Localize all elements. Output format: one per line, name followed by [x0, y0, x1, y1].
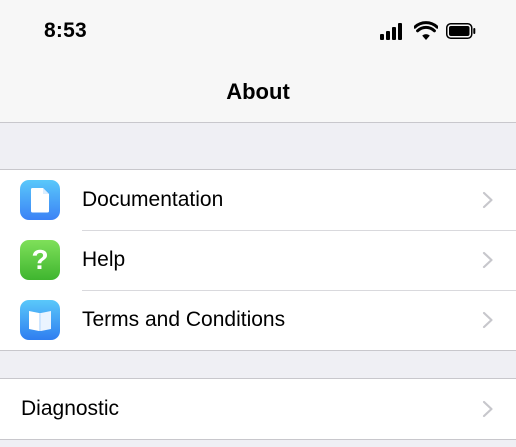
chevron-right-icon [482, 311, 493, 329]
about-list: Documentation ? Help Terms and Condition… [0, 169, 516, 351]
list-item-label: Diagnostic [21, 397, 120, 420]
navigation-bar: About [0, 62, 516, 123]
list-item-label: Terms and Conditions [82, 308, 286, 331]
chevron-right-icon [482, 191, 493, 209]
chevron-right-icon [482, 251, 493, 269]
list-item-help[interactable]: ? Help [0, 230, 516, 290]
list-item-label: Documentation [82, 188, 224, 211]
signal-icon [380, 22, 404, 40]
list-item-diagnostic[interactable]: Diagnostic [0, 379, 516, 439]
status-bar: 8:53 [0, 0, 516, 62]
wifi-icon [414, 21, 438, 40]
list-item-label: Help [82, 248, 126, 271]
chevron-right-icon [482, 400, 493, 418]
battery-icon [446, 23, 476, 39]
diagnostic-list: Diagnostic [0, 378, 516, 440]
book-icon [20, 300, 60, 340]
page-title: About [226, 79, 290, 104]
question-mark-icon: ? [20, 240, 60, 280]
document-icon [20, 180, 60, 220]
list-item-documentation[interactable]: Documentation [0, 170, 516, 230]
status-time: 8:53 [44, 19, 87, 42]
list-item-terms[interactable]: Terms and Conditions [0, 290, 516, 350]
